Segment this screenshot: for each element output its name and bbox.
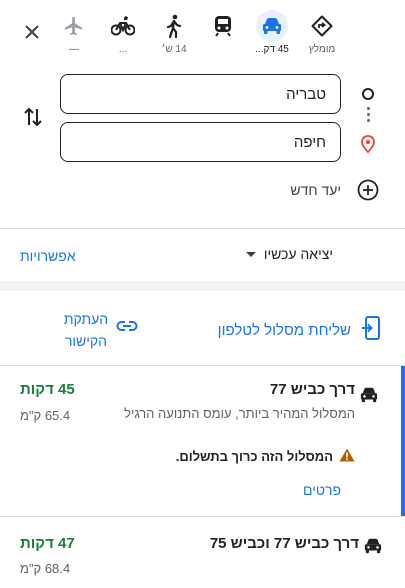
send-to-phone-icon (361, 316, 381, 345)
origin-circle-icon (362, 88, 374, 100)
car-icon (359, 386, 379, 409)
airplane-icon (58, 10, 90, 42)
route-dots-icon (367, 107, 370, 125)
mode-transit[interactable] (201, 10, 245, 60)
close-icon[interactable] (18, 18, 46, 46)
copy-link-button[interactable]: העתקת הקישור (56, 308, 138, 352)
mode-cycling[interactable]: ... (101, 10, 145, 60)
depart-label: יציאה עכשיו (263, 246, 333, 262)
travel-mode-bar: — ... 14 ש׳ 45 דק... מומלץ (0, 0, 405, 64)
send-to-phone-button[interactable]: שליחת מסלול לטלפון (218, 316, 381, 345)
depart-time-dropdown[interactable]: יציאה עכשיו (245, 246, 333, 262)
mode-driving[interactable]: 45 דק... (250, 10, 294, 60)
route-distance: 65.4 ק"מ (20, 408, 71, 423)
mode-label: 45 דק... (255, 44, 289, 55)
mode-walking[interactable]: 14 ש׳ (152, 10, 196, 60)
walking-icon (158, 10, 190, 42)
car-icon (363, 537, 383, 560)
caret-down-icon (245, 251, 256, 257)
mode-label: ... (118, 44, 128, 55)
route-option[interactable]: דרך כביש 77 45 דקות 65.4 ק"מ המסלול המהי… (0, 366, 405, 516)
car-icon (256, 10, 288, 42)
mode-flights[interactable]: — (52, 10, 96, 60)
route-name: דרך כביש 77 (269, 381, 355, 398)
route-description: המסלול המהיר ביותר, עומס התנועה הרגיל (124, 406, 355, 421)
mode-label: 14 ש׳ (161, 44, 187, 55)
copy-link-label: העתקת הקישור (63, 311, 109, 349)
origin-field[interactable] (60, 74, 341, 114)
origin-input[interactable] (61, 85, 326, 103)
divider (0, 228, 405, 229)
route-option[interactable]: דרך כביש 77 וכביש 75 47 דקות 68.4 ק"מ (0, 517, 405, 588)
diamond-route-icon (306, 10, 338, 42)
section-divider (0, 281, 405, 291)
destination-input[interactable] (61, 133, 326, 151)
destination-field[interactable] (60, 122, 341, 162)
route-name: דרך כביש 77 וכביש 75 (209, 535, 359, 552)
mode-label: — (69, 44, 79, 55)
bicycle-icon (107, 10, 139, 42)
add-circle-icon (357, 179, 379, 206)
swap-icon[interactable] (20, 104, 46, 130)
add-destination-label: יעד חדש (290, 182, 341, 198)
location-pin-icon (361, 135, 375, 158)
add-destination-button[interactable]: יעד חדש (0, 176, 405, 204)
route-details-link[interactable]: פרטים (303, 482, 341, 498)
route-duration: 45 דקות (20, 381, 75, 398)
route-distance: 68.4 ק"מ (20, 561, 71, 576)
mode-best[interactable]: מומלץ (300, 10, 344, 60)
toll-warning: המסלול הזה כרוך בתשלום. (176, 448, 355, 465)
send-to-phone-label: שליחת מסלול לטלפון (217, 322, 351, 339)
route-duration: 47 דקות (20, 535, 75, 552)
mode-label: מומלץ (308, 44, 336, 55)
options-button[interactable]: אפשרויות (20, 248, 76, 264)
train-icon (207, 10, 239, 42)
toll-warning-text: המסלול הזה כרוך בתשלום. (175, 449, 333, 464)
link-icon (116, 319, 138, 337)
warning-icon (339, 448, 355, 465)
